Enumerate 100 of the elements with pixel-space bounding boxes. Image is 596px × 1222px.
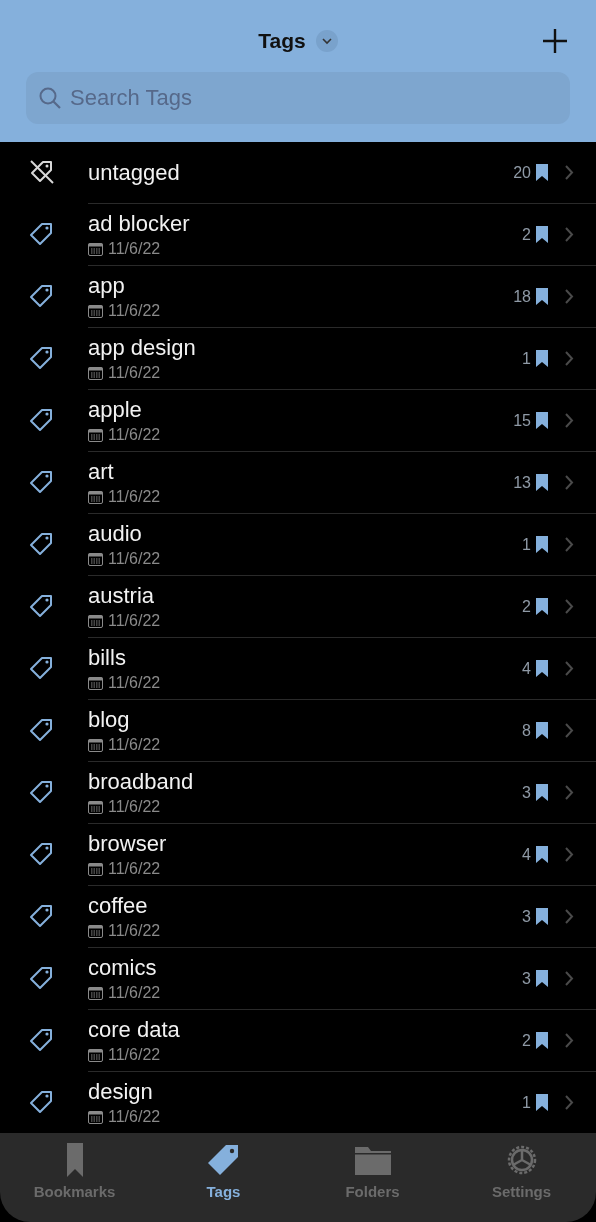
- screen-title: Tags: [258, 29, 306, 53]
- calendar-icon: [88, 242, 103, 256]
- bookmark-count: 3: [522, 783, 531, 802]
- bookmark-count: 8: [522, 721, 531, 740]
- tag-date: 11/6/22: [108, 1046, 161, 1064]
- bookmark-icon: [536, 350, 548, 367]
- calendar-icon: [88, 428, 103, 442]
- calendar-icon: [88, 304, 103, 318]
- bookmark-icon: [536, 970, 548, 987]
- tab-bar-item[interactable]: Folders: [298, 1133, 447, 1222]
- tag-date: 11/6/22: [108, 984, 161, 1002]
- tag-name: core data: [88, 1017, 181, 1043]
- tag-slash-icon: [28, 158, 56, 186]
- tag-name: austria: [88, 583, 156, 609]
- chevron-right-icon[interactable]: [564, 970, 574, 987]
- tag-name: comics: [88, 955, 158, 981]
- bookmark-icon: [536, 288, 548, 305]
- chevron-right-icon[interactable]: [564, 536, 574, 553]
- chevron-right-icon[interactable]: [564, 226, 574, 243]
- bookmark-icon: [536, 164, 548, 181]
- tag-date: 11/6/22: [108, 674, 161, 692]
- calendar-icon: [88, 1048, 103, 1062]
- calendar-icon: [88, 862, 103, 876]
- bookmark-count: 13: [513, 473, 531, 492]
- tag-date: 11/6/22: [108, 736, 161, 754]
- tag-date: 11/6/22: [108, 240, 161, 258]
- chevron-right-icon[interactable]: [564, 660, 574, 677]
- bookmark-icon: [536, 1094, 548, 1111]
- tag-date: 11/6/22: [108, 426, 161, 444]
- tag-name: art: [88, 459, 115, 485]
- chevron-right-icon[interactable]: [564, 474, 574, 491]
- tag-date: 11/6/22: [108, 798, 161, 816]
- chevron-right-icon[interactable]: [564, 846, 574, 863]
- bookmark-count: 1: [522, 535, 531, 554]
- bookmark-icon: [536, 598, 548, 615]
- bookmark-icon: [536, 536, 548, 553]
- bookmark-count: 2: [522, 597, 531, 616]
- chevron-right-icon[interactable]: [564, 350, 574, 367]
- tag-name: broadband: [88, 769, 195, 795]
- bookmark-count: 20: [513, 163, 531, 182]
- calendar-icon: [88, 614, 103, 628]
- tab-bar-item[interactable]: Settings: [447, 1133, 596, 1222]
- tag-date: 11/6/22: [108, 1108, 161, 1126]
- tag-name: design: [88, 1079, 154, 1105]
- calendar-icon: [88, 800, 103, 814]
- calendar-icon: [88, 1110, 103, 1124]
- bookmark-count: 15: [513, 411, 531, 430]
- tag-date: 11/6/22: [108, 550, 161, 568]
- add-icon[interactable]: [542, 28, 568, 54]
- tab-bar-item[interactable]: Bookmarks: [0, 1133, 149, 1222]
- tag-date: 11/6/22: [108, 860, 161, 878]
- bookmark-icon: [536, 846, 548, 863]
- tag-date: 11/6/22: [108, 488, 161, 506]
- chevron-right-icon[interactable]: [564, 784, 574, 801]
- chevron-right-icon[interactable]: [564, 1032, 574, 1049]
- tag-name: apple: [88, 397, 143, 423]
- calendar-icon: [88, 552, 103, 566]
- chevron-right-icon[interactable]: [564, 722, 574, 739]
- bookmark-count: 3: [522, 907, 531, 926]
- chevron-right-icon[interactable]: [564, 598, 574, 615]
- chevron-right-icon[interactable]: [564, 908, 574, 925]
- tag-name: coffee: [88, 893, 149, 919]
- bookmark-count: 2: [522, 225, 531, 244]
- tag-date: 11/6/22: [108, 302, 161, 320]
- bookmark-count: 3: [522, 969, 531, 988]
- tag-date: 11/6/22: [108, 364, 161, 382]
- calendar-icon: [88, 676, 103, 690]
- calendar-icon: [88, 924, 103, 938]
- bookmark-count: 1: [522, 349, 531, 368]
- tab-bar-item[interactable]: Tags: [149, 1133, 298, 1222]
- bookmark-icon: [536, 784, 548, 801]
- tag-name: ad blocker: [88, 211, 191, 237]
- calendar-icon: [88, 490, 103, 504]
- bookmark-icon: [536, 722, 548, 739]
- tag-name: browser: [88, 831, 168, 857]
- bookmark-count: 4: [522, 659, 531, 678]
- chevron-right-icon[interactable]: [564, 288, 574, 305]
- tag-name: blog: [88, 707, 131, 733]
- tag-date: 11/6/22: [108, 922, 161, 940]
- bookmark-count: 4: [522, 845, 531, 864]
- tag-name: app: [88, 273, 126, 299]
- calendar-icon: [88, 366, 103, 380]
- chevron-right-icon[interactable]: [564, 164, 574, 181]
- bookmark-count: 2: [522, 1031, 531, 1050]
- bookmark-icon: [536, 412, 548, 429]
- calendar-icon: [88, 738, 103, 752]
- tag-name: bills: [88, 645, 127, 671]
- bookmark-icon: [536, 226, 548, 243]
- bookmark-icon: [536, 660, 548, 677]
- bookmark-icon: [536, 908, 548, 925]
- bookmark-count: 18: [513, 287, 531, 306]
- search-field[interactable]: Search Tags: [26, 72, 570, 124]
- chevron-right-icon[interactable]: [564, 412, 574, 429]
- tag-name: untagged: [88, 159, 181, 186]
- tag-date: 11/6/22: [108, 612, 161, 630]
- bookmark-icon: [536, 1032, 548, 1049]
- tag-name: audio: [88, 521, 143, 547]
- chevron-down-icon[interactable]: [315, 30, 338, 52]
- tag-name: app design: [88, 335, 197, 361]
- chevron-right-icon[interactable]: [564, 1094, 574, 1111]
